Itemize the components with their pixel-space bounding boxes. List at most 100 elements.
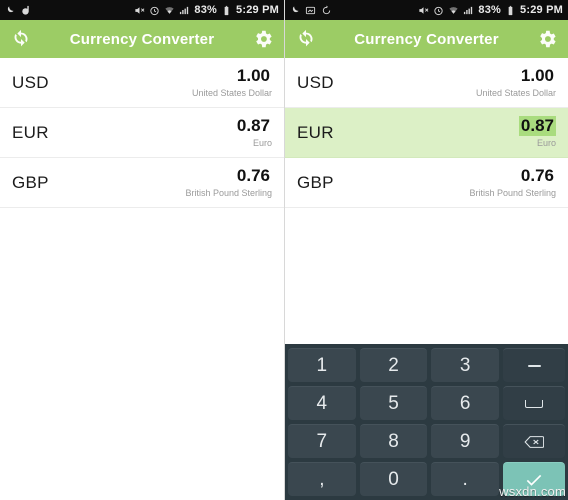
currency-row-eur[interactable]: EUR 0.87 Euro — [0, 108, 284, 158]
keyboard-row-2: 4 5 6 — [288, 386, 566, 420]
currency-name: United States Dollar — [475, 88, 556, 99]
currency-amount[interactable]: 0.76 — [235, 166, 272, 186]
backspace-icon — [524, 435, 545, 448]
key-1[interactable]: 1 — [288, 348, 356, 382]
alarm-icon — [434, 6, 444, 15]
battery-icon — [224, 5, 229, 15]
key-3[interactable]: 3 — [431, 348, 500, 382]
currency-values: 1.00 United States Dollar — [192, 66, 272, 98]
key-space[interactable] — [503, 386, 566, 420]
key-minus[interactable] — [503, 348, 566, 382]
screenshot-icon — [305, 6, 316, 14]
status-bar-left: 83% 5:29 PM — [0, 0, 284, 20]
key-label: 5 — [388, 392, 399, 414]
currency-values: 0.76 British Pound Sterling — [185, 166, 272, 198]
currency-amount-editing[interactable]: 0.87 — [518, 116, 556, 137]
currency-name: British Pound Sterling — [185, 188, 272, 199]
key-label: 1 — [316, 354, 328, 376]
numeric-keyboard: 1 2 3 4 5 6 7 8 9 , 0 . — [285, 344, 568, 500]
key-label: 7 — [316, 430, 328, 452]
signal-icon — [180, 6, 189, 14]
currency-amount[interactable]: 0.76 — [519, 166, 556, 186]
battery-percent: 83% — [478, 4, 502, 16]
currency-name: Euro — [536, 138, 556, 149]
spacebar-icon — [525, 399, 544, 408]
key-label: 9 — [459, 430, 471, 452]
clock: 5:29 PM — [236, 4, 279, 16]
currency-amount[interactable]: 1.00 — [519, 66, 556, 86]
key-4[interactable]: 4 — [288, 386, 356, 420]
clock: 5:29 PM — [520, 4, 563, 16]
phone-screen-right: 83% 5:29 PM Currency Converter USD 1.00 … — [284, 0, 568, 500]
keyboard-row-1: 1 2 3 — [288, 348, 566, 382]
phone-screen-left: 83% 5:29 PM Currency Converter USD 1.00 … — [0, 0, 284, 500]
app-notification-icon — [22, 5, 29, 15]
currency-values: 0.87 Euro — [518, 116, 556, 149]
currency-row-gbp[interactable]: GBP 0.76 British Pound Sterling — [0, 158, 284, 208]
currency-list-right: USD 1.00 United States Dollar EUR 0.87 E… — [285, 58, 568, 208]
signal-icon — [464, 6, 473, 14]
currency-name: United States Dollar — [191, 88, 272, 99]
currency-amount[interactable]: 0.87 — [235, 116, 272, 136]
refresh-icon[interactable] — [295, 28, 317, 50]
key-period[interactable]: . — [431, 462, 500, 496]
key-label: 2 — [388, 354, 399, 376]
moon-icon — [292, 5, 299, 12]
status-bar-right-icons-right-panel: 83% 5:29 PM — [418, 4, 563, 16]
keyboard-row-4: , 0 . — [288, 462, 566, 496]
rotation-icon — [322, 4, 331, 14]
page-title: Currency Converter — [69, 30, 215, 48]
screenshot-pair: 83% 5:29 PM Currency Converter USD 1.00 … — [0, 0, 568, 500]
page-title: Currency Converter — [354, 30, 499, 48]
refresh-icon[interactable] — [10, 28, 32, 50]
status-bar-right: 83% 5:29 PM — [285, 0, 568, 20]
currency-code: EUR — [12, 122, 49, 142]
currency-values: 0.76 British Pound Sterling — [469, 166, 556, 198]
currency-row-eur-selected[interactable]: EUR 0.87 Euro — [285, 108, 568, 158]
status-bar-left-icons — [4, 5, 134, 16]
key-label: . — [462, 468, 468, 490]
key-enter[interactable] — [503, 462, 566, 496]
app-bar-left: Currency Converter — [0, 20, 284, 58]
moon-icon — [7, 5, 14, 12]
currency-amount[interactable]: 1.00 — [235, 66, 272, 86]
currency-code: GBP — [297, 172, 334, 192]
keyboard-row-3: 7 8 9 — [288, 424, 566, 458]
key-8[interactable]: 8 — [359, 424, 428, 458]
key-label: 6 — [459, 392, 471, 414]
wifi-icon — [449, 6, 459, 14]
currency-code: USD — [12, 72, 49, 92]
key-6[interactable]: 6 — [431, 386, 500, 420]
key-5[interactable]: 5 — [359, 386, 428, 420]
key-label: , — [319, 468, 325, 490]
currency-list-left: USD 1.00 United States Dollar EUR 0.87 E… — [0, 58, 284, 208]
gear-icon[interactable] — [252, 28, 274, 50]
battery-percent: 83% — [194, 4, 218, 16]
key-0[interactable]: 0 — [359, 462, 428, 496]
currency-code: EUR — [297, 122, 334, 142]
gear-icon[interactable] — [536, 28, 558, 50]
currency-code: USD — [297, 72, 334, 92]
battery-icon — [508, 5, 513, 15]
key-2[interactable]: 2 — [359, 348, 428, 382]
status-bar-left-icons — [289, 4, 418, 16]
app-bar-right: Currency Converter — [285, 20, 568, 58]
currency-values: 1.00 United States Dollar — [476, 66, 556, 98]
key-7[interactable]: 7 — [288, 424, 356, 458]
key-comma[interactable]: , — [288, 462, 356, 496]
currency-values: 0.87 Euro — [235, 116, 272, 148]
key-label: 0 — [388, 468, 399, 490]
key-label: 8 — [388, 430, 399, 452]
currency-row-usd[interactable]: USD 1.00 United States Dollar — [0, 58, 284, 108]
key-backspace[interactable] — [503, 424, 566, 458]
status-bar-right-icons-left-panel: 83% 5:29 PM — [134, 4, 279, 16]
wifi-icon — [165, 6, 175, 14]
key-label: 4 — [316, 392, 328, 414]
currency-name: Euro — [252, 138, 272, 149]
currency-row-usd[interactable]: USD 1.00 United States Dollar — [285, 58, 568, 108]
checkmark-icon — [526, 474, 542, 486]
currency-row-gbp[interactable]: GBP 0.76 British Pound Sterling — [285, 158, 568, 208]
alarm-icon — [150, 6, 160, 15]
key-9[interactable]: 9 — [431, 424, 500, 458]
currency-name: British Pound Sterling — [469, 188, 556, 199]
